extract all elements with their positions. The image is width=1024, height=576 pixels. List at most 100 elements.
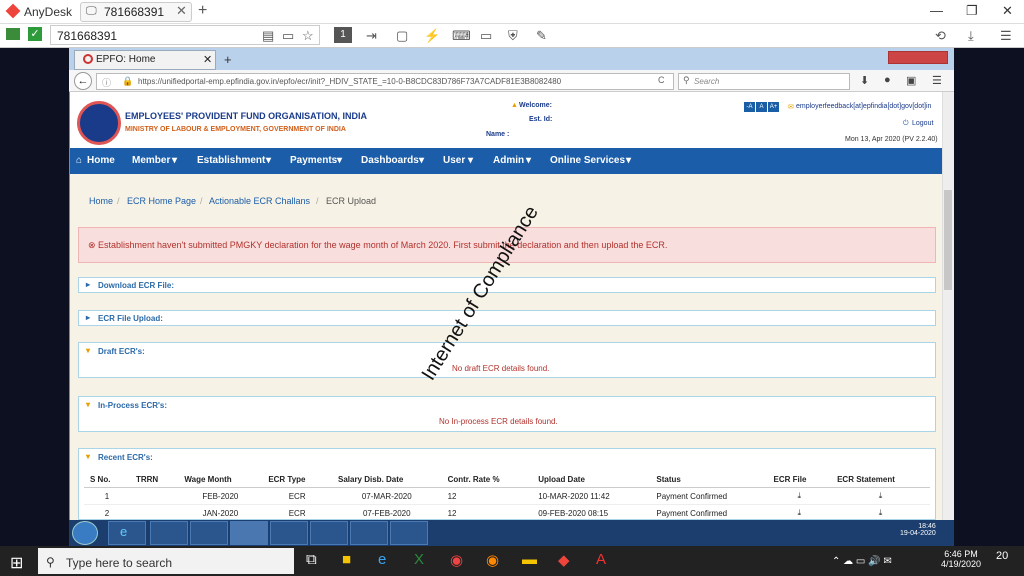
col-ecr-type: ECR Type [262, 472, 332, 488]
recent-ecr-table: S No. TRRN Wage Month ECR Type Salary Di… [84, 472, 930, 522]
inprocess-panel-title[interactable]: In-Process ECR's: [98, 401, 167, 410]
restore-icon[interactable]: ❐ [966, 3, 978, 19]
back-arrow-icon[interactable]: ← [74, 72, 92, 90]
alert-text: Establishment haven't submitted PMGKY de… [98, 240, 668, 250]
file-explorer-icon[interactable]: ▬ [522, 551, 537, 568]
minimize-icon[interactable]: — [930, 3, 943, 18]
file-transfer-icon[interactable]: ⇥ [366, 28, 377, 44]
download-panel-title[interactable]: Download ECR File: [98, 281, 174, 290]
info-icon[interactable]: ⓘ [102, 76, 111, 89]
reload-icon[interactable]: C [658, 75, 665, 85]
cell: 2 [84, 504, 130, 522]
draft-message: No draft ECR details found. [452, 364, 550, 373]
upload-panel-title[interactable]: ECR File Upload: [98, 314, 163, 323]
notification-center-icon[interactable]: 20 [996, 550, 1008, 562]
menu-online-services[interactable]: Online Services [550, 155, 625, 166]
remote-app-icon[interactable] [390, 521, 428, 545]
remote-anydesk-icon[interactable] [270, 521, 308, 545]
col-upload-date: Upload Date [532, 472, 651, 488]
remote-acrobat-icon[interactable] [350, 521, 388, 545]
favorite-icon[interactable]: ☆ [302, 28, 314, 44]
download-panel[interactable] [78, 277, 936, 293]
firefox-icon[interactable]: ◉ [486, 551, 499, 569]
windows-start-icon[interactable]: ⊞ [10, 553, 23, 573]
download-icon[interactable]: ⤓ [831, 487, 930, 505]
menu-home[interactable]: Home [87, 155, 115, 166]
downloads-icon[interactable]: ⬇ [860, 74, 869, 87]
hamburger-menu-icon[interactable]: ☰ [1000, 28, 1012, 44]
welcome-label: Welcome: [519, 102, 552, 109]
name-label: Name : [486, 131, 510, 138]
actions-icon[interactable]: ⚡ [424, 28, 440, 44]
recent-panel-title[interactable]: Recent ECR's: [98, 453, 153, 462]
font-normal-button[interactable]: A [756, 102, 767, 112]
remote-start-button[interactable] [72, 521, 98, 545]
feedback-email[interactable]: employerfeedback[at]epfindia[dot]gov[dot… [796, 103, 931, 110]
edge-icon[interactable]: e [378, 551, 386, 568]
remote-firefox-icon[interactable] [230, 521, 268, 545]
whiteboard-icon[interactable]: ✎ [536, 28, 547, 44]
logout-link[interactable]: Logout [912, 120, 933, 127]
monitor-number-button[interactable]: 1 [334, 27, 352, 43]
scrollbar-thumb[interactable] [944, 190, 952, 290]
firefox-tab-label: EPFO: Home [96, 54, 156, 65]
history-icon[interactable]: ⟲ [935, 28, 946, 44]
font-small-button[interactable]: -A [744, 102, 755, 112]
chrome-icon[interactable]: ◉ [450, 551, 463, 569]
remote-explorer-icon[interactable] [150, 521, 188, 545]
col-status: Status [650, 472, 768, 488]
sidebar-icon[interactable]: ▣ [906, 74, 916, 87]
mail-icon: ✉ [788, 104, 794, 111]
close-tab-icon[interactable]: ✕ [176, 3, 187, 19]
download-icon[interactable]: ⤓ [968, 28, 974, 44]
chat-icon[interactable]: ▢ [396, 28, 408, 44]
breadcrumb-home[interactable]: Home [89, 196, 113, 206]
download-icon[interactable]: ⤓ [831, 504, 930, 522]
anydesk-icon[interactable]: ◆ [558, 551, 570, 569]
keyboard-icon[interactable]: ⌨ [452, 28, 471, 44]
col-salary-date: Salary Disb. Date [331, 472, 442, 488]
excel-icon[interactable]: X [414, 551, 424, 568]
display-icon[interactable]: ▭ [480, 28, 492, 44]
col-sno: S No. [84, 472, 130, 488]
cell: JAN-2020 [178, 504, 263, 522]
remote-excel-icon[interactable] [310, 521, 348, 545]
lock-icon: 🔒 [122, 76, 134, 86]
menu-dashboards[interactable]: Dashboards [361, 155, 419, 166]
menu-establishment[interactable]: Establishment [197, 155, 265, 166]
acrobat-icon[interactable]: A [596, 551, 606, 568]
chat-bubble-icon[interactable]: ● [884, 74, 891, 86]
chevron-down-icon: ▾ [468, 155, 474, 166]
remote-chrome-icon[interactable] [190, 521, 228, 545]
menu-admin[interactable]: Admin [493, 155, 524, 166]
taskbar-search-placeholder: Type here to search [66, 556, 173, 570]
firefox-menu-icon[interactable]: ☰ [932, 74, 942, 87]
download-icon[interactable]: ⤓ [767, 504, 832, 522]
upload-panel[interactable] [78, 310, 936, 326]
taskbar-clock[interactable]: 6:46 PM 4/19/2020 [931, 549, 991, 569]
close-tab-icon[interactable]: ✕ [203, 53, 212, 66]
draft-panel-title[interactable]: Draft ECR's: [98, 347, 145, 356]
breadcrumb-ecr-home[interactable]: ECR Home Page [127, 196, 196, 206]
cell: 07-FEB-2020 [331, 504, 442, 522]
tray-icons[interactable]: ⌃ ☁ ▭ 🔊 ✉ [832, 556, 892, 567]
download-icon[interactable]: ⤓ [767, 487, 832, 505]
inprocess-message: No In-process ECR details found. [439, 417, 558, 426]
bookmark-icon[interactable]: ▤ [262, 28, 274, 44]
scrollbar[interactable] [942, 92, 954, 520]
menu-member[interactable]: Member [132, 155, 170, 166]
menu-user[interactable]: User [443, 155, 465, 166]
permissions-icon[interactable]: ⛨ [508, 28, 518, 44]
font-large-button[interactable]: A+ [768, 102, 779, 112]
task-view-icon[interactable]: ⧉ [306, 551, 317, 568]
epfo-logo [77, 101, 121, 145]
screenshot-icon[interactable]: ▭ [282, 28, 294, 44]
firefox-window-controls[interactable] [888, 51, 948, 64]
close-window-icon[interactable]: ✕ [1002, 3, 1013, 19]
firefox-new-tab-button[interactable]: + [224, 52, 232, 67]
sticky-notes-icon[interactable]: ■ [342, 551, 351, 568]
menu-payments[interactable]: Payments [290, 155, 337, 166]
home-icon[interactable]: ⌂ [76, 155, 82, 166]
new-tab-button[interactable]: + [198, 2, 207, 20]
breadcrumb-challans[interactable]: Actionable ECR Challans [209, 196, 310, 206]
